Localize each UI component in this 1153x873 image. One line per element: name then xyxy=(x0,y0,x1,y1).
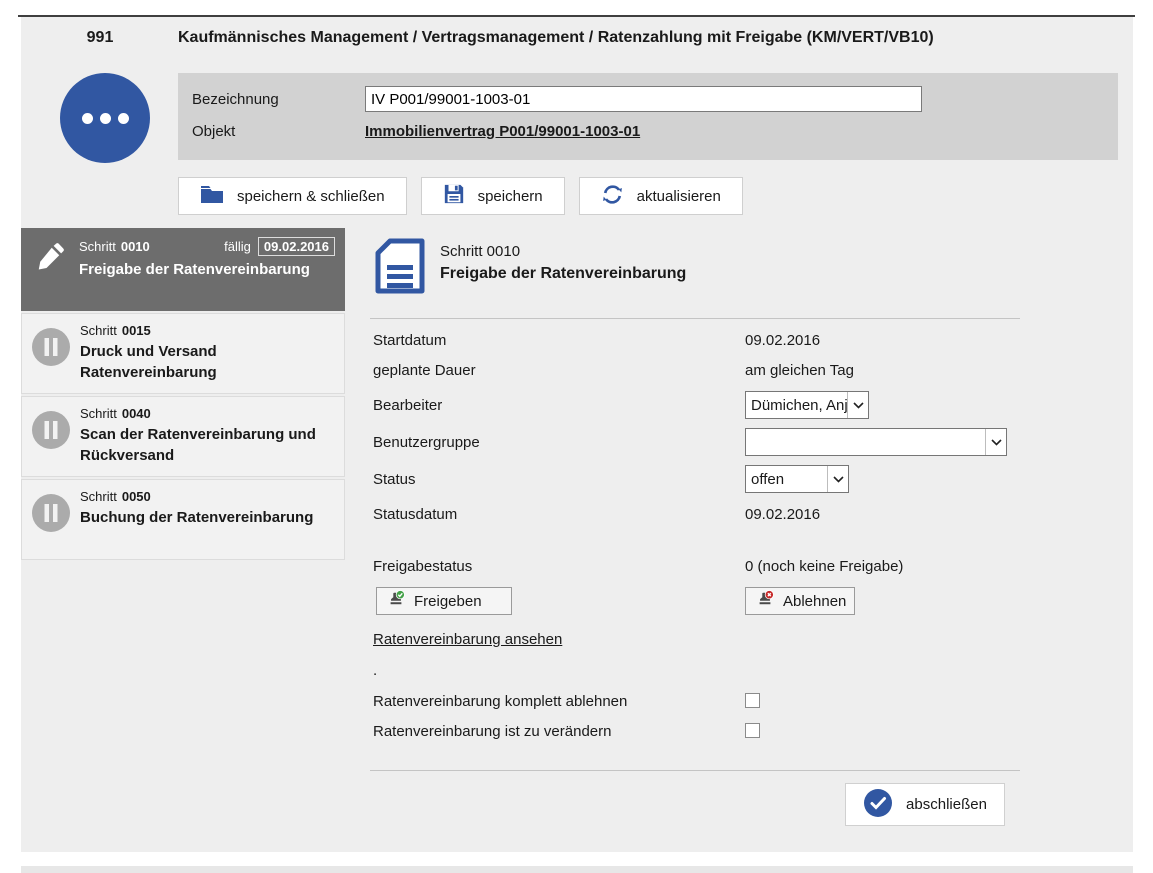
chevron-down-icon xyxy=(827,466,848,492)
step-title: Druck und Versand Ratenvereinbarung xyxy=(80,341,334,383)
step-title: Buchung der Ratenvereinbarung xyxy=(80,507,334,528)
header-form-box: Bezeichnung Objekt Immobilienvertrag P00… xyxy=(178,73,1118,160)
document-icon xyxy=(373,238,427,299)
benutzergruppe-select-value xyxy=(746,429,985,455)
startdatum-label: Startdatum xyxy=(373,332,446,349)
abschliessen-button[interactable]: abschließen xyxy=(845,783,1005,826)
pause-icon xyxy=(22,480,80,559)
freigabestatus-value: 0 (noch keine Freigabe) xyxy=(745,558,903,575)
komplett-ablehnen-checkbox[interactable] xyxy=(745,693,760,708)
save-button[interactable]: speichern xyxy=(421,177,565,215)
app-frame: 991 Kaufmännisches Management / Vertrags… xyxy=(21,17,1133,852)
bezeichnung-label: Bezeichnung xyxy=(192,91,365,108)
save-and-close-label: speichern & schließen xyxy=(237,188,385,205)
status-label: Status xyxy=(373,471,416,488)
freigeben-button[interactable]: Freigeben xyxy=(376,587,512,615)
save-and-close-button[interactable]: speichern & schließen xyxy=(178,177,407,215)
bearbeiter-select-value: Dümichen, Anja xyxy=(746,392,847,418)
ellipsis-dot-icon xyxy=(100,113,111,124)
chevron-down-icon xyxy=(985,429,1006,455)
folder-icon xyxy=(200,184,224,208)
ellipsis-dot-icon xyxy=(82,113,93,124)
benutzergruppe-label: Benutzergruppe xyxy=(373,434,480,451)
sidebar-step-0015[interactable]: Schritt 0015 Druck und Versand Ratenvere… xyxy=(21,313,345,394)
pause-icon xyxy=(22,314,80,393)
detail-divider-bottom xyxy=(370,770,1020,771)
toolbar: speichern & schließen speichern aktualis… xyxy=(178,177,743,215)
detail-step-label: Schritt 0010 xyxy=(440,243,520,260)
freigeben-label: Freigeben xyxy=(414,593,482,610)
due-label: fällig xyxy=(224,239,251,254)
page-title: Kaufmännisches Management / Vertragsmana… xyxy=(178,29,1126,47)
status-select[interactable]: offen xyxy=(745,465,849,493)
window-number: 991 xyxy=(65,29,135,47)
pen-icon xyxy=(21,228,79,311)
bezeichnung-input[interactable] xyxy=(365,86,922,112)
stamp-approve-icon xyxy=(387,590,405,612)
save-disk-icon xyxy=(443,183,465,209)
objekt-link[interactable]: Immobilienvertrag P001/99001-1003-01 xyxy=(365,123,640,140)
startdatum-value: 09.02.2016 xyxy=(745,332,820,349)
statusdatum-value: 09.02.2016 xyxy=(745,506,820,523)
stamp-reject-icon xyxy=(756,590,774,612)
bearbeiter-label: Bearbeiter xyxy=(373,397,442,414)
step-label: Schritt xyxy=(80,323,117,338)
detail-divider-top xyxy=(370,318,1020,319)
komplett-ablehnen-label: Ratenvereinbarung komplett ablehnen xyxy=(373,693,627,710)
step-number: 0015 xyxy=(122,323,151,338)
ablehnen-label: Ablehnen xyxy=(783,593,846,610)
geplante-dauer-value: am gleichen Tag xyxy=(745,362,854,379)
ist-zu-veraendern-checkbox[interactable] xyxy=(745,723,760,738)
step-number: 0040 xyxy=(122,406,151,421)
step-label: Schritt xyxy=(79,239,116,254)
step-title: Scan der Ratenvereinbarung und Rückversa… xyxy=(80,424,334,466)
sidebar-step-0010[interactable]: Schritt 0010 fällig 09.02.2016 Freigabe … xyxy=(21,228,345,311)
refresh-label: aktualisieren xyxy=(637,188,721,205)
freigabestatus-label: Freigabestatus xyxy=(373,558,472,575)
check-circle-icon xyxy=(863,788,893,822)
step-label: Schritt xyxy=(80,406,117,421)
step-number: 0050 xyxy=(122,489,151,504)
step-title: Freigabe der Ratenvereinbarung xyxy=(79,259,335,280)
dot-text: . xyxy=(373,662,377,679)
refresh-icon xyxy=(601,183,624,210)
sidebar-step-0040[interactable]: Schritt 0040 Scan der Ratenvereinbarung … xyxy=(21,396,345,477)
step-label: Schritt xyxy=(80,489,117,504)
statusdatum-label: Statusdatum xyxy=(373,506,457,523)
due-date-badge: 09.02.2016 xyxy=(258,237,335,256)
save-label: speichern xyxy=(478,188,543,205)
pause-icon xyxy=(22,397,80,476)
abschliessen-label: abschließen xyxy=(906,796,987,813)
refresh-button[interactable]: aktualisieren xyxy=(579,177,743,215)
footer-strip xyxy=(21,866,1133,873)
ist-zu-veraendern-label: Ratenvereinbarung ist zu verändern xyxy=(373,723,611,740)
sidebar-step-0050[interactable]: Schritt 0050 Buchung der Ratenvereinbaru… xyxy=(21,479,345,560)
geplante-dauer-label: geplante Dauer xyxy=(373,362,476,379)
detail-step-title: Freigabe der Ratenvereinbarung xyxy=(440,265,686,283)
status-select-value: offen xyxy=(746,466,827,492)
objekt-label: Objekt xyxy=(192,123,365,140)
bearbeiter-select[interactable]: Dümichen, Anja xyxy=(745,391,869,419)
ellipsis-dot-icon xyxy=(118,113,129,124)
workflow-avatar-ellipsis-icon[interactable] xyxy=(60,73,150,163)
ratenvereinbarung-ansehen-link[interactable]: Ratenvereinbarung ansehen xyxy=(373,631,562,648)
step-number: 0010 xyxy=(121,239,150,254)
benutzergruppe-select[interactable] xyxy=(745,428,1007,456)
chevron-down-icon xyxy=(847,392,868,418)
ablehnen-button[interactable]: Ablehnen xyxy=(745,587,855,615)
